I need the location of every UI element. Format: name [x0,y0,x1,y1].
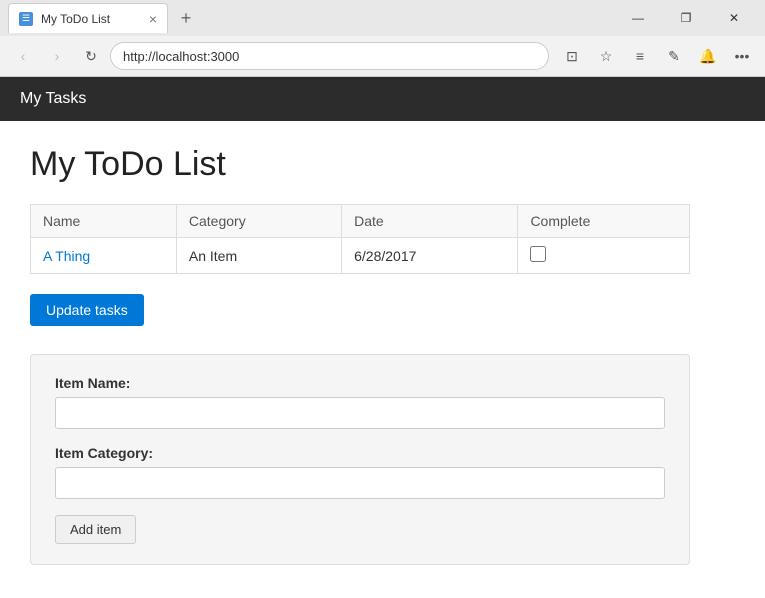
nav-bar: ‹ › ↻ http://localhost:3000 ⊡ ☆ ≡ ✎ 🔔 ••… [0,36,765,76]
task-name-link[interactable]: A Thing [43,248,90,264]
task-table: Name Category Date Complete A Thing An I… [30,204,690,274]
col-complete: Complete [518,205,690,238]
tab-close-button[interactable]: × [149,12,157,26]
minimize-button[interactable]: — [615,0,661,36]
col-date: Date [342,205,518,238]
reader-icon[interactable]: ⊡ [557,41,587,71]
table-row: A Thing An Item 6/28/2017 [31,238,690,274]
close-button[interactable]: ✕ [711,0,757,36]
page-content: My ToDo List Name Category Date Complete… [0,121,765,589]
item-name-group: Item Name: [55,375,665,429]
item-category-group: Item Category: [55,445,665,499]
item-name-input[interactable] [55,397,665,429]
tab-favicon: ☰ [19,12,33,26]
page-title: My ToDo List [30,145,735,184]
tab-title: My ToDo List [41,12,110,26]
browser-chrome: ☰ My ToDo List × + — ❐ ✕ ‹ › ↻ http://lo… [0,0,765,77]
refresh-button[interactable]: ↻ [76,41,106,71]
favorites-icon[interactable]: ☆ [591,41,621,71]
task-category: An Item [176,238,341,274]
add-item-form: Item Name: Item Category: Add item [30,354,690,565]
back-button[interactable]: ‹ [8,41,38,71]
col-name: Name [31,205,177,238]
task-complete-checkbox[interactable] [530,246,546,262]
update-tasks-button[interactable]: Update tasks [30,294,144,326]
address-bar[interactable]: http://localhost:3000 [110,42,549,70]
address-text: http://localhost:3000 [123,49,239,64]
item-name-label: Item Name: [55,375,665,391]
more-icon[interactable]: ••• [727,41,757,71]
app-header: My Tasks [0,77,765,121]
tab-bar: ☰ My ToDo List × + — ❐ ✕ [0,0,765,36]
restore-button[interactable]: ❐ [663,0,709,36]
task-date: 6/28/2017 [342,238,518,274]
active-tab[interactable]: ☰ My ToDo List × [8,3,168,33]
menu-icon[interactable]: ≡ [625,41,655,71]
col-category: Category [176,205,341,238]
nav-icons: ⊡ ☆ ≡ ✎ 🔔 ••• [557,41,757,71]
forward-button[interactable]: › [42,41,72,71]
edit-icon[interactable]: ✎ [659,41,689,71]
window-controls: — ❐ ✕ [615,0,757,36]
item-category-input[interactable] [55,467,665,499]
app-header-title: My Tasks [20,90,86,108]
item-category-label: Item Category: [55,445,665,461]
new-tab-button[interactable]: + [172,4,200,32]
hub-icon[interactable]: 🔔 [693,41,723,71]
add-item-button[interactable]: Add item [55,515,136,544]
